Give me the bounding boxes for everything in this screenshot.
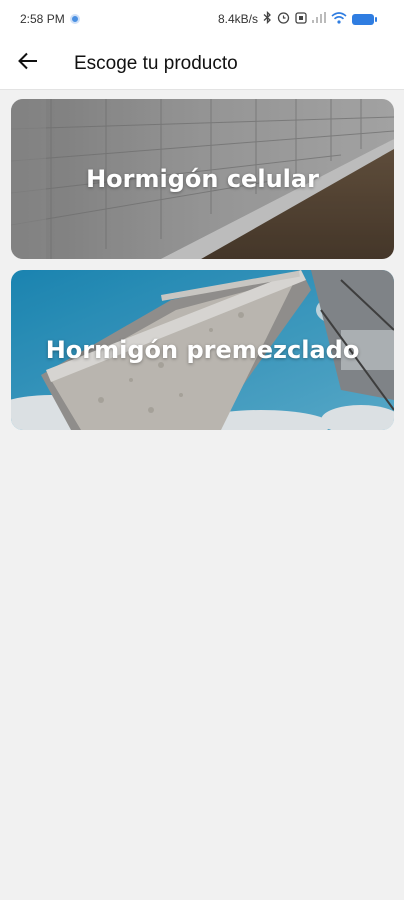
page-title: Escoge tu producto: [74, 52, 238, 74]
wifi-icon: [331, 11, 347, 27]
nfc-icon: [295, 11, 307, 27]
status-bar-right: 8.4kB/s: [217, 10, 377, 27]
bluetooth-icon: [263, 10, 272, 27]
location-dot-icon: [69, 14, 80, 24]
network-speed: 8.4kB/s: [217, 12, 258, 26]
product-card-label: Hormigón premezclado: [45, 336, 360, 364]
status-bar: 2:58 PM 8.4kB/s: [0, 0, 404, 38]
battery-icon: [352, 13, 377, 25]
status-bar-left: 2:58 PM: [20, 12, 80, 26]
alarm-icon: [277, 11, 290, 27]
product-card-label: Hormigón celular: [86, 165, 319, 193]
back-button[interactable]: [0, 38, 56, 90]
status-time: 2:58 PM: [20, 12, 65, 26]
signal-icon: [312, 12, 326, 26]
arrow-left-icon: [18, 52, 38, 75]
product-card-hormigon-celular[interactable]: Hormigón celular: [11, 99, 394, 259]
product-card-hormigon-premezclado[interactable]: Hormigón premezclado: [11, 270, 394, 430]
product-list: Hormigón celular Hormigón premezclado: [0, 90, 404, 900]
app-bar: Escoge tu producto: [0, 38, 404, 90]
